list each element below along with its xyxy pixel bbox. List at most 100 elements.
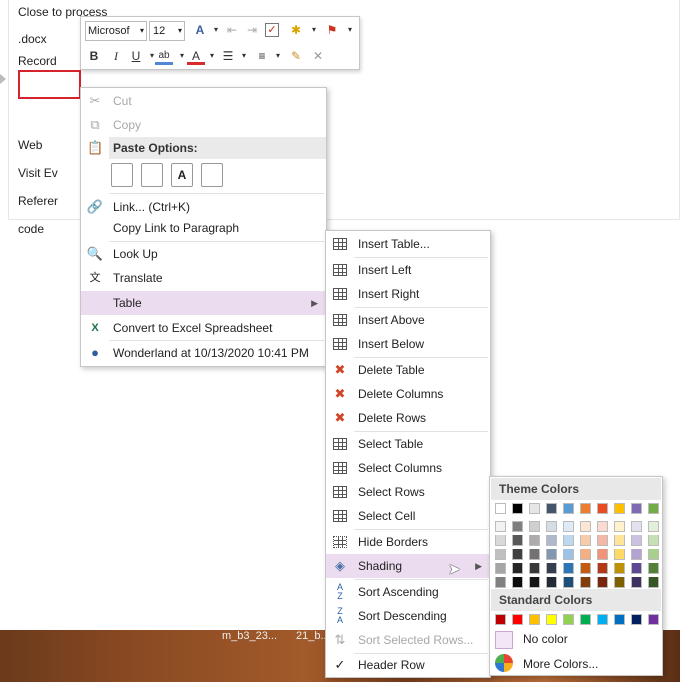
menu-item-delete-columns[interactable]: ✖ Delete Columns xyxy=(326,382,490,406)
chevron-down-icon[interactable]: ▾ xyxy=(269,47,287,65)
color-swatch[interactable] xyxy=(648,535,659,546)
color-swatch[interactable] xyxy=(580,549,591,560)
menu-item-cut[interactable]: ✂ Cut xyxy=(81,89,326,113)
color-swatch[interactable] xyxy=(648,577,659,588)
styles-icon[interactable]: ✱ xyxy=(287,21,305,39)
menu-item-insert-right[interactable]: Insert Right xyxy=(326,282,490,306)
color-swatch[interactable] xyxy=(580,614,591,625)
color-swatch[interactable] xyxy=(580,563,591,574)
color-swatch[interactable] xyxy=(563,563,574,574)
menu-item-delete-rows[interactable]: ✖ Delete Rows xyxy=(326,406,490,430)
menu-item-copy-link[interactable]: Copy Link to Paragraph xyxy=(81,216,326,240)
bold-icon[interactable]: B xyxy=(85,47,103,65)
color-swatch[interactable] xyxy=(597,535,608,546)
color-swatch[interactable] xyxy=(529,614,540,625)
color-swatch[interactable] xyxy=(512,549,523,560)
menu-item-select-columns[interactable]: Select Columns xyxy=(326,456,490,480)
checkbox-icon[interactable]: ✓ xyxy=(265,23,279,37)
color-swatch[interactable] xyxy=(631,577,642,588)
paste-picture-icon[interactable] xyxy=(201,163,223,187)
color-swatch[interactable] xyxy=(529,521,540,532)
color-swatch[interactable] xyxy=(495,549,506,560)
color-swatch[interactable] xyxy=(495,563,506,574)
increase-indent-icon[interactable]: ⇥ xyxy=(243,21,261,39)
color-swatch[interactable] xyxy=(546,535,557,546)
menu-item-insert-below[interactable]: Insert Below xyxy=(326,332,490,356)
color-swatch[interactable] xyxy=(512,614,523,625)
color-swatch[interactable] xyxy=(614,614,625,625)
format-painter-icon[interactable]: ✎ xyxy=(287,47,305,65)
color-swatch[interactable] xyxy=(529,503,540,514)
color-swatch[interactable] xyxy=(546,563,557,574)
color-swatch[interactable] xyxy=(631,563,642,574)
menu-item-insert-above[interactable]: Insert Above xyxy=(326,308,490,332)
menu-item-copy[interactable]: ⧉ Copy xyxy=(81,113,326,137)
color-swatch[interactable] xyxy=(580,503,591,514)
menu-item-table[interactable]: Table ▶ xyxy=(81,291,326,315)
color-swatch[interactable] xyxy=(563,521,574,532)
color-swatch[interactable] xyxy=(597,549,608,560)
color-swatch[interactable] xyxy=(563,614,574,625)
color-swatch[interactable] xyxy=(512,521,523,532)
highlight-icon[interactable]: ab xyxy=(155,47,173,65)
color-swatch[interactable] xyxy=(597,563,608,574)
color-swatch[interactable] xyxy=(614,521,625,532)
flag-icon[interactable]: ⚑ xyxy=(323,21,341,39)
color-swatch[interactable] xyxy=(614,535,625,546)
menu-item-insert-left[interactable]: Insert Left xyxy=(326,258,490,282)
color-swatch[interactable] xyxy=(648,503,659,514)
color-swatch[interactable] xyxy=(631,535,642,546)
color-swatch[interactable] xyxy=(512,503,523,514)
color-swatch[interactable] xyxy=(631,521,642,532)
color-swatch[interactable] xyxy=(597,503,608,514)
font-size-dropdown[interactable]: 12 ▾ xyxy=(149,21,185,41)
menu-item-convert-excel[interactable]: X Convert to Excel Spreadsheet xyxy=(81,316,326,340)
paste-text-only-icon[interactable]: A xyxy=(171,163,193,187)
clear-format-icon[interactable]: ✕ xyxy=(309,47,327,65)
no-color-option[interactable]: No color xyxy=(490,627,662,651)
menu-item-select-cell[interactable]: Select Cell xyxy=(326,504,490,528)
italic-icon[interactable]: I xyxy=(107,47,125,65)
chevron-down-icon[interactable]: ▾ xyxy=(305,21,323,39)
color-swatch[interactable] xyxy=(546,549,557,560)
color-swatch[interactable] xyxy=(563,535,574,546)
color-swatch[interactable] xyxy=(563,549,574,560)
color-swatch[interactable] xyxy=(614,577,625,588)
menu-item-sort-ascending[interactable]: A Z Sort Ascending xyxy=(326,580,490,604)
color-swatch[interactable] xyxy=(648,521,659,532)
color-swatch[interactable] xyxy=(546,614,557,625)
color-swatch[interactable] xyxy=(631,614,642,625)
paste-keep-formatting-icon[interactable] xyxy=(111,163,133,187)
color-swatch[interactable] xyxy=(546,521,557,532)
color-swatch[interactable] xyxy=(529,577,540,588)
paste-merge-formatting-icon[interactable] xyxy=(141,163,163,187)
color-swatch[interactable] xyxy=(495,535,506,546)
decrease-indent-icon[interactable]: ⇤ xyxy=(223,21,241,39)
chevron-down-icon[interactable]: ▾ xyxy=(341,21,359,39)
menu-item-insert-table[interactable]: Insert Table... xyxy=(326,232,490,256)
menu-item-delete-table[interactable]: ✖ Delete Table xyxy=(326,358,490,382)
menu-item-look-up[interactable]: 🔍 Look Up xyxy=(81,242,326,266)
color-swatch[interactable] xyxy=(495,503,506,514)
color-swatch[interactable] xyxy=(529,549,540,560)
menu-item-sort-descending[interactable]: Z A Sort Descending xyxy=(326,604,490,628)
color-swatch[interactable] xyxy=(580,535,591,546)
more-colors-option[interactable]: More Colors... xyxy=(490,652,662,676)
menu-item-author[interactable]: ● Wonderland at 10/13/2020 10:41 PM xyxy=(81,341,326,365)
menu-item-translate[interactable]: 文 Translate xyxy=(81,266,326,290)
color-swatch[interactable] xyxy=(546,503,557,514)
color-swatch[interactable] xyxy=(512,535,523,546)
row-handle-icon[interactable] xyxy=(0,74,6,84)
color-swatch[interactable] xyxy=(597,577,608,588)
color-swatch[interactable] xyxy=(631,549,642,560)
font-name-dropdown[interactable]: Microsof ▾ xyxy=(85,21,147,41)
menu-item-select-table[interactable]: Select Table xyxy=(326,432,490,456)
color-swatch[interactable] xyxy=(614,503,625,514)
color-swatch[interactable] xyxy=(597,521,608,532)
color-swatch[interactable] xyxy=(546,577,557,588)
color-swatch[interactable] xyxy=(648,614,659,625)
color-swatch[interactable] xyxy=(648,563,659,574)
chevron-down-icon[interactable]: ▾ xyxy=(235,47,253,65)
menu-item-shading[interactable]: ◈ Shading ▶ ➤ xyxy=(326,554,490,578)
color-swatch[interactable] xyxy=(580,521,591,532)
